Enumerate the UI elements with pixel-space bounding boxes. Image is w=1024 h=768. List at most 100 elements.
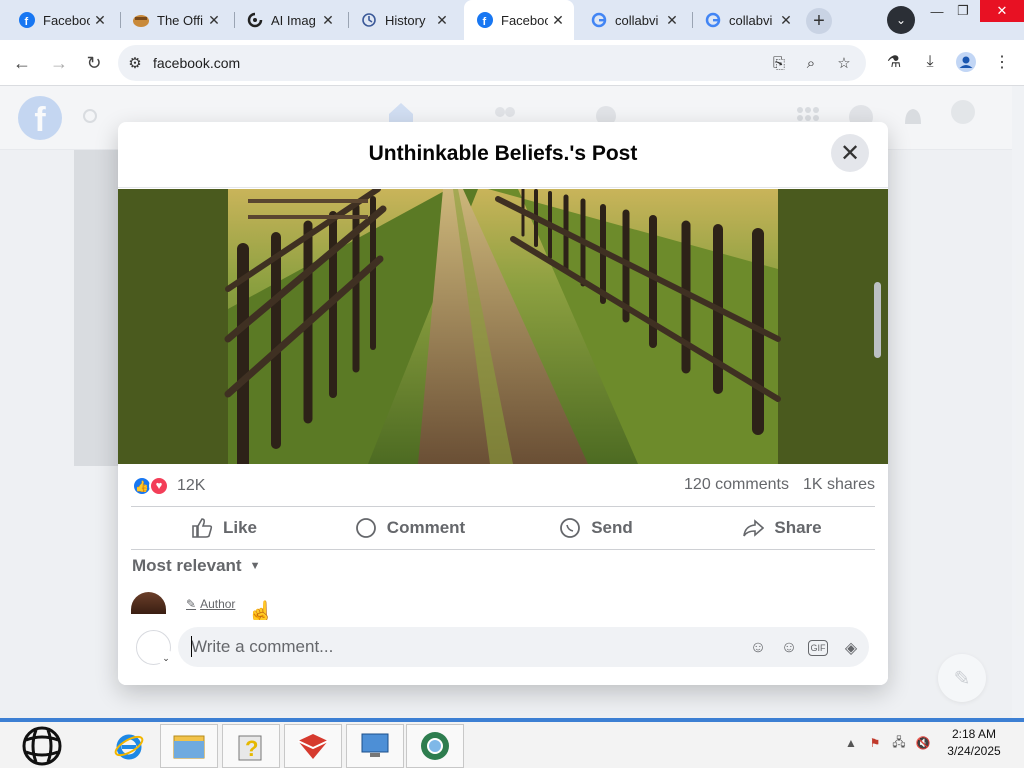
comment-label: Comment [386, 518, 466, 537]
gif-icon[interactable]: GIF [808, 640, 828, 656]
install-app-icon[interactable]: ⎘ [769, 53, 789, 73]
close-tab-icon[interactable]: ✕ [432, 10, 452, 30]
tab-history[interactable]: History ✕ [348, 0, 458, 40]
post-actions-bar: Like Comment Send Share [131, 506, 875, 550]
site-info-icon[interactable]: ⚙ [125, 53, 145, 73]
avatar-sticker-icon[interactable]: ☺ [747, 637, 769, 659]
share-button[interactable]: Share [689, 507, 875, 549]
close-tab-icon[interactable]: ✕ [662, 10, 682, 30]
shares-count-link[interactable]: 1K shares [803, 476, 875, 494]
facebook-icon: f [18, 11, 36, 29]
network-app[interactable] [346, 724, 404, 768]
restore-button[interactable]: ❐ [946, 0, 980, 22]
bookmark-star-icon[interactable]: ☆ [834, 53, 854, 73]
red-box-icon [297, 734, 329, 759]
tab-search-button[interactable]: ⌄ [887, 6, 915, 34]
close-tab-icon[interactable]: ✕ [548, 10, 568, 30]
browser-tab-strip: f Faceboo ✕ The Offi ✕ AI Imag ✕ History… [0, 0, 1024, 40]
emoji-icon[interactable]: ☺ [778, 637, 800, 659]
tab-the-office[interactable]: The Offi ✕ [120, 0, 230, 40]
svg-text:?: ? [245, 736, 258, 761]
folder-icon [173, 735, 205, 759]
history-icon [360, 11, 378, 29]
new-tab-button[interactable]: + [806, 8, 832, 34]
window-close-button[interactable]: ✕ [980, 0, 1024, 22]
tray-network-icon[interactable]: 🖧 [890, 734, 908, 752]
tab-ai-image[interactable]: AI Imag ✕ [234, 0, 344, 40]
svg-text:f: f [483, 16, 487, 28]
send-label: Send [591, 518, 633, 537]
share-arrow-icon [742, 517, 765, 539]
tab-label: History [385, 12, 426, 28]
dirt-road-fence-photo [118, 186, 888, 470]
ai-image-icon [246, 11, 264, 29]
back-button[interactable]: ← [9, 50, 35, 76]
tab-label: collabvi [729, 12, 773, 28]
tab-label: collabvi [615, 12, 659, 28]
tray-expand-icon[interactable]: ▲ [842, 734, 860, 752]
url-text: facebook.com [153, 55, 241, 71]
start-button[interactable] [18, 724, 66, 768]
file-explorer-app[interactable] [160, 724, 218, 768]
comments-count-link[interactable]: 120 comments [684, 476, 789, 494]
reaction-count: 12K [177, 477, 206, 494]
the-office-icon [132, 11, 150, 29]
reload-button[interactable]: ↻ [81, 50, 107, 76]
comment-bubble-icon [355, 517, 377, 539]
reactions-summary[interactable]: 👍 ♥ 12K [132, 474, 205, 498]
modal-header: Unthinkable Beliefs.'s Post ✕ [118, 122, 888, 188]
chrome-app[interactable] [406, 724, 464, 768]
zoom-icon[interactable]: ⌕ [801, 53, 821, 73]
internet-explorer-icon [114, 734, 144, 760]
browser-globe-icon [421, 732, 449, 760]
system-clock[interactable]: 2:18 AM 3/24/2025 [938, 726, 1010, 760]
close-tab-icon[interactable]: ✕ [776, 10, 796, 30]
help-app[interactable]: ? [222, 724, 280, 768]
post-stats: 120 comments 1K shares [684, 476, 875, 494]
tray-volume-icon[interactable]: 🔇 [914, 734, 932, 752]
send-button[interactable]: Send [503, 507, 689, 549]
modal-close-button[interactable]: ✕ [831, 134, 869, 172]
red-app[interactable] [284, 724, 342, 768]
share-label: Share [774, 518, 822, 537]
labs-flask-icon[interactable]: ⚗ [882, 50, 906, 74]
tray-flag-icon[interactable]: ⚑ [866, 734, 884, 752]
svg-text:f: f [25, 16, 29, 28]
tab-label: Faceboo [501, 12, 548, 28]
whatsapp-icon [559, 517, 581, 539]
forward-button[interactable]: → [46, 50, 72, 76]
like-button[interactable]: Like [131, 507, 317, 549]
author-badge-label: Author [200, 597, 236, 611]
chevron-down-icon[interactable]: ⌄ [158, 650, 174, 666]
tab-collabvm-1[interactable]: collabvi ✕ [578, 0, 688, 40]
comment-sort-dropdown[interactable]: Most relevant ▼ [132, 556, 260, 576]
text-cursor [191, 636, 192, 657]
close-tab-icon[interactable]: ✕ [318, 10, 338, 30]
author-badge[interactable]: ✎ Author [186, 597, 235, 611]
browser-toolbar: ← → ↻ ⚙ facebook.com ⎘ ⌕ ☆ ⚗ ⤓ ⋮ [0, 40, 1024, 86]
close-tab-icon[interactable]: ✕ [90, 10, 110, 30]
modal-scrollbar[interactable] [874, 282, 881, 358]
chrome-menu-icon[interactable]: ⋮ [990, 50, 1014, 74]
like-label: Like [222, 518, 258, 537]
internet-explorer-app[interactable] [100, 724, 158, 768]
thumbs-up-icon [191, 517, 213, 539]
tab-facebook-active[interactable]: f Faceboo ✕ [464, 0, 574, 40]
close-tab-icon[interactable]: ✕ [204, 10, 224, 30]
tab-facebook-1[interactable]: f Faceboo ✕ [6, 0, 116, 40]
caret-down-icon: ▼ [249, 560, 261, 572]
start-logo-icon [22, 726, 62, 766]
tab-collabvm-2[interactable]: collabvi ✕ [692, 0, 802, 40]
sticker-icon[interactable]: ◈ [840, 637, 862, 659]
downloads-icon[interactable]: ⤓ [918, 50, 942, 74]
profile-icon[interactable] [954, 50, 978, 74]
commenter-avatar[interactable] [131, 592, 166, 614]
help-question-icon: ? [238, 735, 262, 761]
post-image[interactable] [118, 186, 888, 470]
comment-button[interactable]: Comment [317, 507, 503, 549]
tab-label: AI Imag [271, 12, 316, 28]
network-computer-icon [361, 733, 389, 757]
address-bar[interactable]: ⚙ facebook.com ⎘ ⌕ ☆ [118, 45, 866, 81]
google-icon [590, 11, 608, 29]
clock-date: 3/24/2025 [947, 744, 1001, 758]
